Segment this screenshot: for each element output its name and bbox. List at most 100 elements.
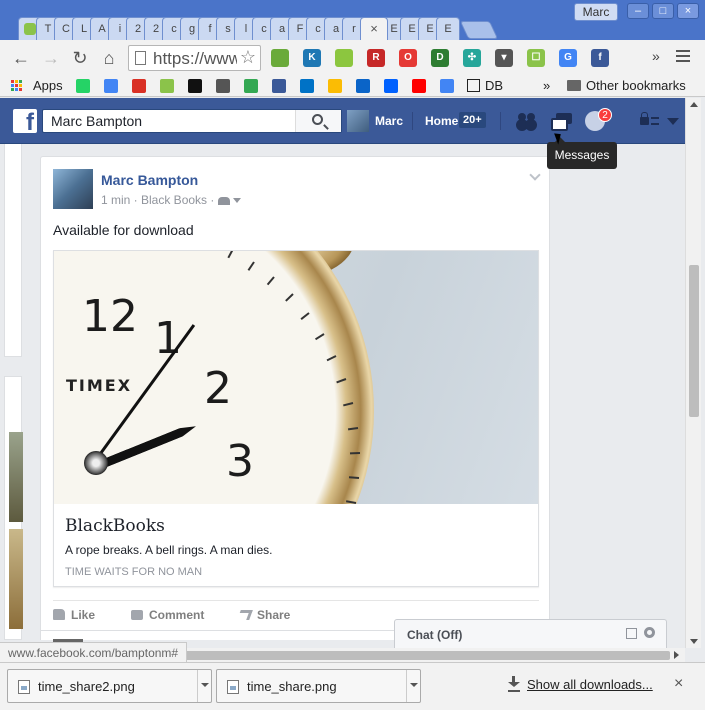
minimize-button[interactable]: – xyxy=(627,3,649,19)
maximize-button[interactable]: □ xyxy=(652,3,674,19)
scroll-right-icon[interactable] xyxy=(674,651,679,659)
download-filename[interactable]: time_share2.png xyxy=(38,679,135,694)
link-title[interactable]: BlackBooks xyxy=(65,516,165,536)
show-all-downloads-link[interactable]: Show all downloads... xyxy=(527,677,653,692)
download-item[interactable]: time_share2.png xyxy=(7,669,212,703)
apps-bookmark[interactable]: Apps xyxy=(33,78,63,94)
gmail-icon[interactable] xyxy=(132,79,146,93)
account-caret-icon[interactable] xyxy=(667,118,679,125)
dropbox-icon[interactable] xyxy=(384,79,398,93)
divider xyxy=(412,112,413,130)
link-caption: TIME WAITS FOR NO MAN xyxy=(65,566,203,578)
scrollbar-thumb[interactable] xyxy=(689,265,699,417)
post-author-avatar[interactable] xyxy=(53,169,93,209)
folder-bm-icon[interactable] xyxy=(216,79,230,93)
photo-thumbnail[interactable] xyxy=(9,529,23,629)
scroll-down-icon[interactable] xyxy=(690,639,698,644)
close-window-button[interactable]: × xyxy=(677,3,699,19)
gear-icon[interactable] xyxy=(644,627,655,638)
reload-button[interactable]: ↻ xyxy=(69,47,91,69)
friend-requests-icon[interactable] xyxy=(515,110,539,132)
drive-icon[interactable] xyxy=(328,79,342,93)
facebook-search xyxy=(42,109,342,133)
close-tab-icon[interactable]: × xyxy=(370,21,378,36)
address-bar[interactable]: https://www.facebook.com/ ☆ xyxy=(128,45,261,71)
facebook-ext-icon[interactable]: f xyxy=(591,49,609,67)
share-button[interactable]: Share xyxy=(237,608,290,622)
search-button[interactable] xyxy=(295,110,341,132)
like-button[interactable]: Like xyxy=(53,608,95,622)
clock-number: 3 xyxy=(226,436,254,487)
download-menu-chevron-icon[interactable] xyxy=(197,670,211,702)
evernote-icon[interactable] xyxy=(271,49,289,67)
home-link[interactable]: Home xyxy=(425,114,458,128)
comment-button[interactable]: Comment xyxy=(131,608,204,622)
rbutr-icon[interactable]: R xyxy=(367,49,385,67)
forward-button[interactable]: → xyxy=(40,47,62,69)
link-preview-image[interactable]: 12 1 2 3 TIMEX xyxy=(54,251,538,504)
more-bookmarks-button[interactable]: » xyxy=(543,78,550,94)
maps-icon[interactable] xyxy=(244,79,258,93)
outlook-icon[interactable] xyxy=(300,79,314,93)
new-tab-button[interactable] xyxy=(459,21,499,39)
opera-icon[interactable]: O xyxy=(399,49,417,67)
chat-status-label[interactable]: Chat (Off) xyxy=(407,628,462,642)
facebook-header: f Marc Home 20+ xyxy=(0,98,685,144)
search-input[interactable] xyxy=(51,110,301,132)
download-item[interactable]: time_share.png xyxy=(216,669,421,703)
download-arrow-base xyxy=(508,690,520,692)
download-filename[interactable]: time_share.png xyxy=(247,679,337,694)
privacy-menu-icon[interactable] xyxy=(651,117,659,125)
pushbullet-icon[interactable]: D xyxy=(431,49,449,67)
clock-tick xyxy=(349,451,360,454)
scroll-up-icon[interactable] xyxy=(690,102,698,107)
back-button[interactable]: ← xyxy=(10,47,32,69)
image-file-icon xyxy=(227,680,239,694)
profile-link[interactable]: Marc xyxy=(375,114,403,128)
tab-active[interactable]: × xyxy=(360,17,388,40)
post-options-chevron-icon[interactable] xyxy=(529,169,541,181)
privacy-lock-icon[interactable] xyxy=(640,112,649,125)
hangouts-bm-icon[interactable] xyxy=(160,79,174,93)
close-downloads-icon[interactable]: × xyxy=(674,675,683,693)
vertical-scrollbar[interactable] xyxy=(685,98,701,648)
url-text[interactable]: https://www.facebook.com/ xyxy=(153,49,237,69)
home-button[interactable]: ⌂ xyxy=(98,47,120,69)
apps-grid-icon[interactable] xyxy=(11,80,23,92)
avatar[interactable] xyxy=(347,110,369,132)
klout-icon[interactable]: K xyxy=(303,49,321,67)
calendar-icon[interactable] xyxy=(104,79,118,93)
chrome-menu-icon[interactable] xyxy=(676,50,690,64)
hangouts-icon[interactable]: ☐ xyxy=(527,49,545,67)
youtube-icon[interactable] xyxy=(412,79,426,93)
audience-friends-icon[interactable] xyxy=(218,197,231,205)
onedrive-icon[interactable] xyxy=(356,79,370,93)
google-translate-icon[interactable]: G xyxy=(559,49,577,67)
facebook-logo-icon[interactable]: f xyxy=(13,109,37,133)
photo-thumbnail[interactable] xyxy=(9,432,23,522)
post-author-name[interactable]: Marc Bampton xyxy=(101,172,198,188)
news-feed-post: Marc Bampton 1 min · Black Books · Avail… xyxy=(40,156,550,640)
clock-number: 2 xyxy=(204,363,232,414)
db-bookmark[interactable]: DB xyxy=(467,78,503,94)
other-bookmarks[interactable]: Other bookmarks xyxy=(567,78,686,94)
terminal-icon[interactable] xyxy=(188,79,202,93)
messages-icon[interactable] xyxy=(550,110,574,132)
network-icon[interactable]: ✣ xyxy=(463,49,481,67)
link-preview-card[interactable]: 12 1 2 3 TIMEX BlackBooks A rope breaks.… xyxy=(53,250,539,587)
page-icon xyxy=(135,51,146,65)
green-dot-icon[interactable] xyxy=(335,49,353,67)
chat-bar[interactable]: Chat (Off) xyxy=(394,619,667,649)
audience-caret-icon[interactable] xyxy=(233,198,242,203)
download-menu-chevron-icon[interactable] xyxy=(406,670,420,702)
facebook-bm-icon[interactable] xyxy=(272,79,286,93)
post-meta-text[interactable]: 1 min · Black Books · xyxy=(101,193,214,207)
tab[interactable]: E xyxy=(436,17,460,40)
profile-button[interactable]: Marc xyxy=(574,3,618,21)
translate-bm-icon[interactable] xyxy=(440,79,454,93)
more-extensions-button[interactable]: » xyxy=(652,48,660,64)
pocket-icon[interactable]: ▾ xyxy=(495,49,513,67)
bookmark-star-icon[interactable]: ☆ xyxy=(240,47,256,68)
compose-icon[interactable] xyxy=(626,628,637,639)
whatsapp-icon[interactable] xyxy=(76,79,90,93)
